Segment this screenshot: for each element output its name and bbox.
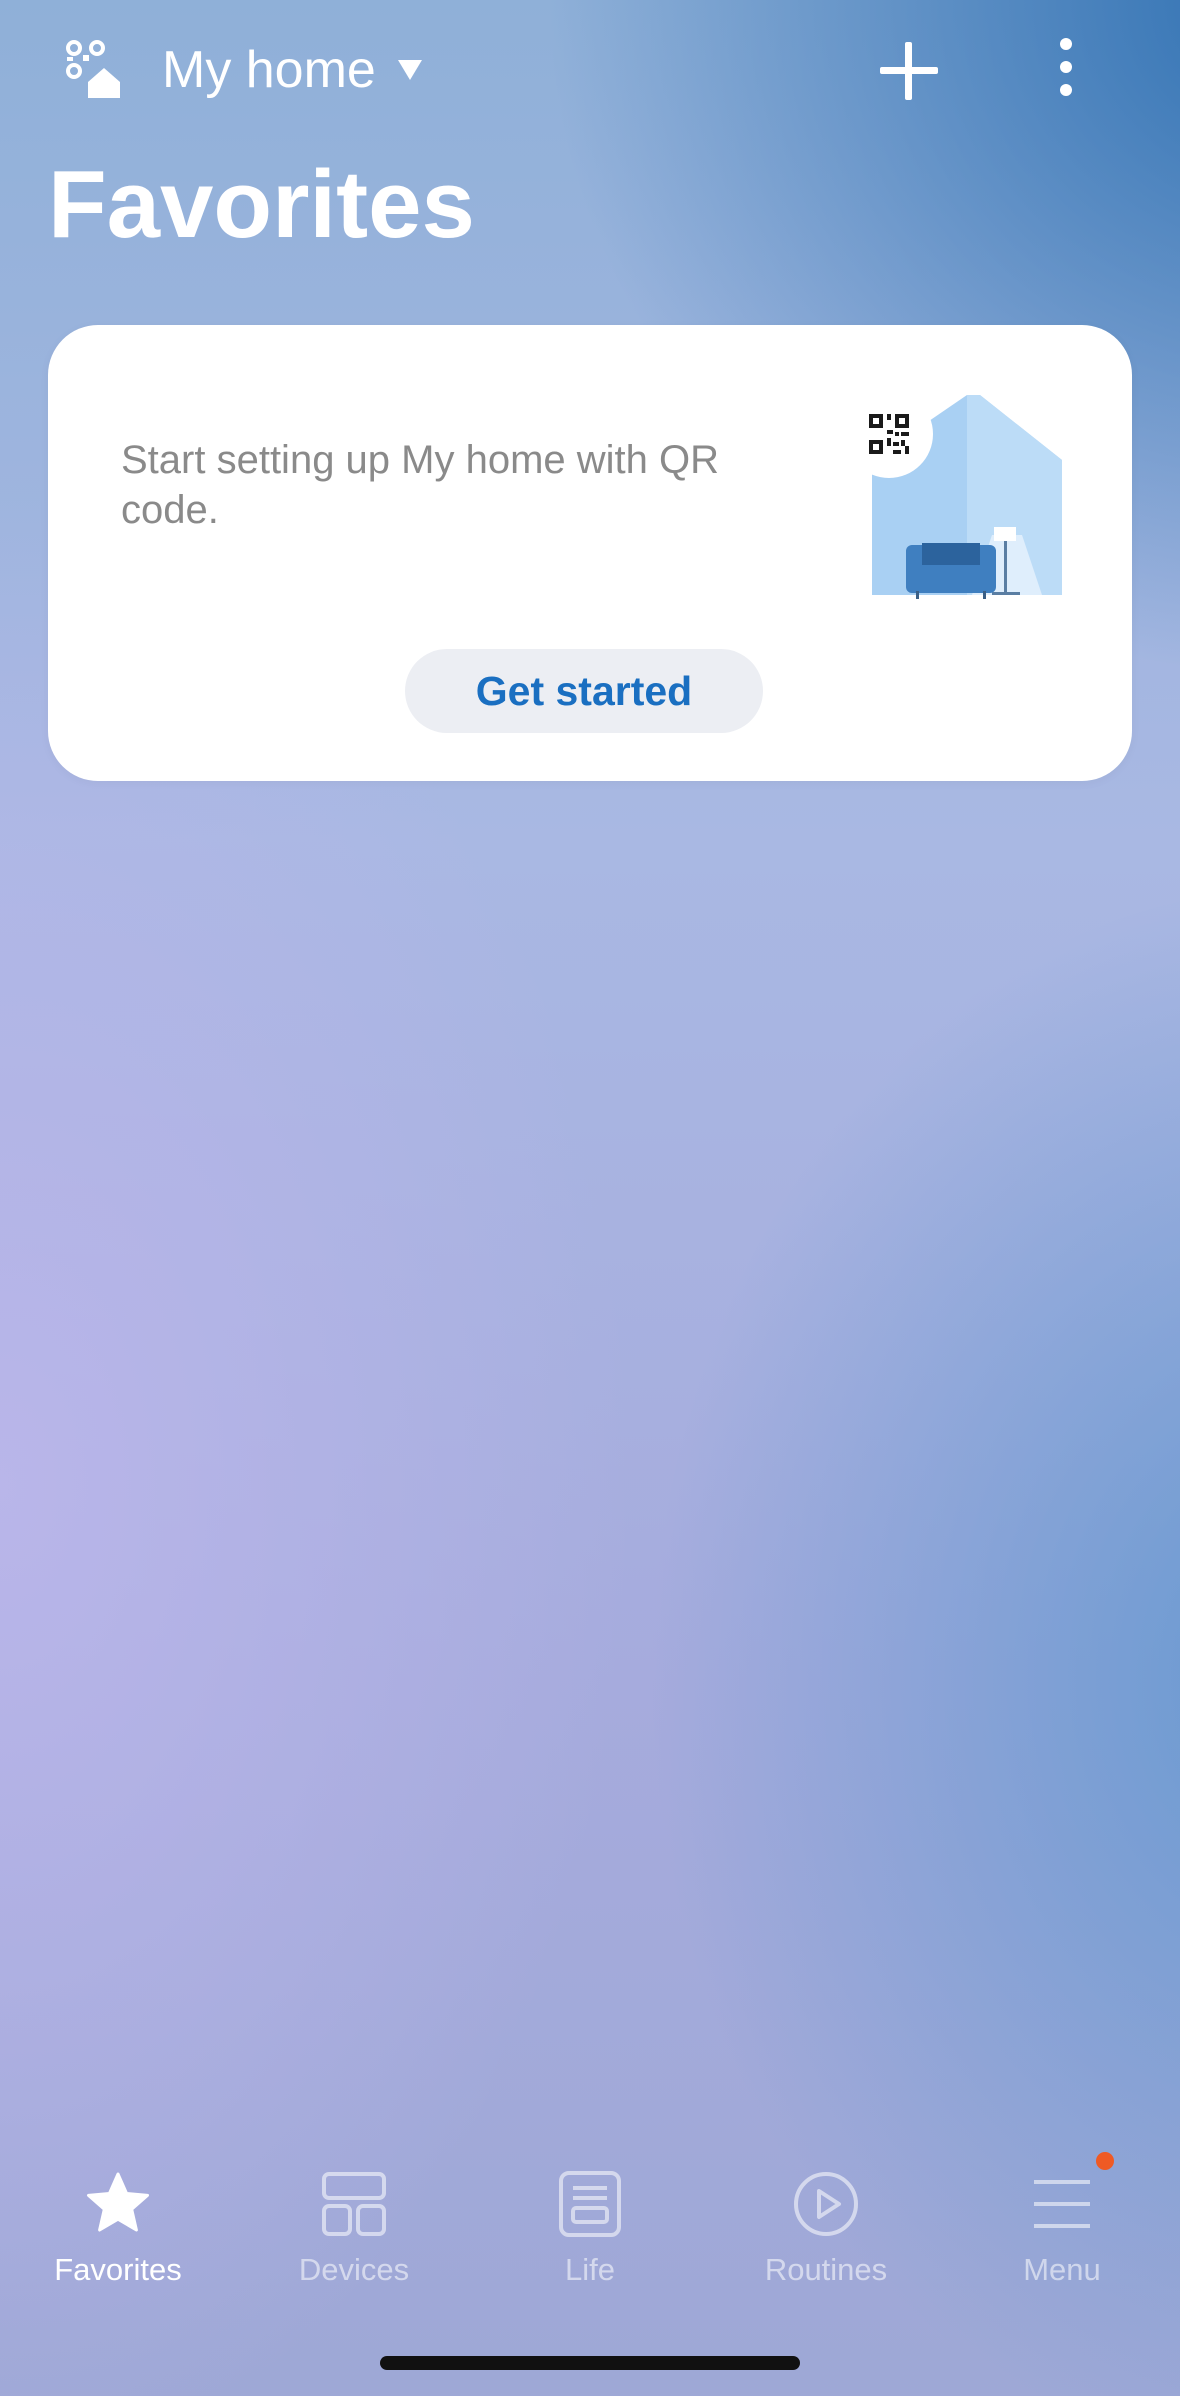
nav-item-life[interactable]: Life bbox=[472, 2150, 708, 2300]
nav-item-routines[interactable]: Routines bbox=[708, 2150, 944, 2300]
play-circle-icon bbox=[792, 2170, 860, 2238]
nav-item-favorites[interactable]: Favorites bbox=[0, 2150, 236, 2300]
qr-setup-card: Start setting up My home with QR code. G… bbox=[48, 325, 1132, 781]
add-button[interactable] bbox=[874, 36, 944, 106]
house-setup-illustration bbox=[842, 385, 1072, 615]
nav-label-favorites: Favorites bbox=[54, 2252, 182, 2287]
star-icon bbox=[84, 2170, 152, 2238]
nav-item-menu[interactable]: Menu bbox=[944, 2150, 1180, 2300]
more-options-button[interactable] bbox=[1046, 36, 1086, 100]
qr-home-icon[interactable] bbox=[64, 38, 126, 100]
home-name: My home bbox=[162, 41, 376, 99]
home-selector[interactable]: My home bbox=[162, 40, 422, 100]
devices-grid-icon bbox=[320, 2170, 388, 2238]
hamburger-menu-icon bbox=[1028, 2170, 1096, 2238]
nav-item-devices[interactable]: Devices bbox=[236, 2150, 472, 2300]
nav-label-devices: Devices bbox=[298, 2252, 410, 2287]
get-started-button[interactable]: Get started bbox=[405, 649, 763, 733]
plus-icon bbox=[880, 42, 938, 100]
nav-label-menu: Menu bbox=[1023, 2252, 1101, 2287]
top-bar: My home bbox=[0, 0, 1180, 140]
bottom-navigation: Favorites Devices Life Routines Menu bbox=[0, 2150, 1180, 2300]
nav-label-routines: Routines bbox=[764, 2252, 888, 2287]
page-title: Favorites bbox=[48, 151, 475, 258]
life-list-icon bbox=[556, 2170, 624, 2238]
caret-down-icon bbox=[397, 60, 422, 80]
menu-notification-dot bbox=[1096, 2152, 1114, 2170]
home-indicator[interactable] bbox=[380, 2356, 800, 2370]
nav-label-life: Life bbox=[565, 2252, 615, 2287]
setup-message: Start setting up My home with QR code. bbox=[121, 438, 720, 532]
more-vertical-icon bbox=[1060, 38, 1072, 96]
